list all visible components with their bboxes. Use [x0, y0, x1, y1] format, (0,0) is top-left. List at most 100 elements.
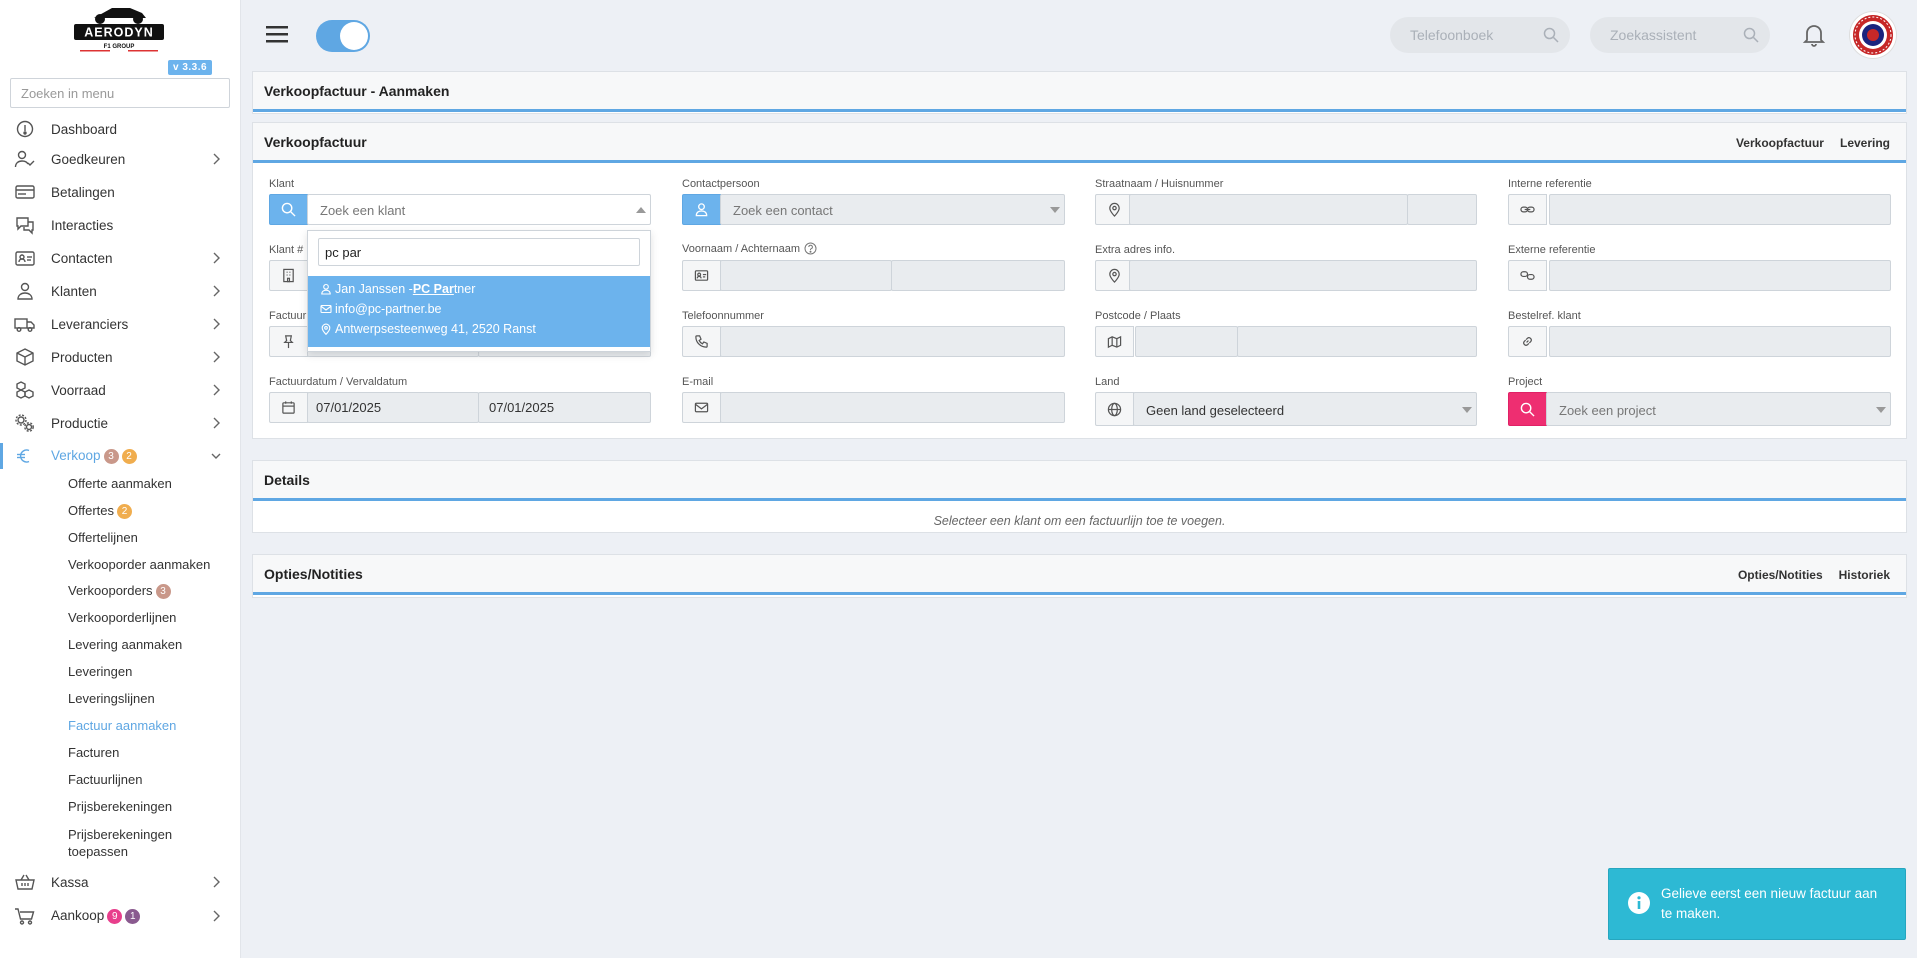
chevron-right-icon: [211, 417, 221, 429]
gears-icon: [14, 413, 36, 433]
sidebar-item-label: Producten: [51, 349, 113, 365]
submenu-prijsberekeningen-toepassen[interactable]: Prijsberekeningen toepassen: [68, 826, 208, 860]
caret-down-icon: [1462, 407, 1472, 413]
project-select[interactable]: Zoek een project: [1546, 392, 1891, 426]
contact-select[interactable]: Zoek een contact: [720, 194, 1065, 225]
toast-message: Gelieve eerst een nieuw factuur aan te m…: [1661, 886, 1878, 921]
huisnummer-input[interactable]: [1407, 194, 1477, 225]
search-icon: [1743, 27, 1759, 43]
email-input[interactable]: [720, 392, 1065, 423]
project-label: Project: [1508, 376, 1543, 388]
sidebar-item-productie[interactable]: Productie: [0, 408, 241, 438]
theme-toggle[interactable]: [316, 20, 370, 52]
klant-select[interactable]: Zoek een klant: [307, 194, 651, 225]
externe-ref-input[interactable]: [1549, 260, 1891, 291]
postcode-input[interactable]: [1135, 326, 1238, 357]
link-icon: [1508, 260, 1547, 291]
logo-subtext: F1 GROUP: [104, 44, 135, 50]
top-bar: [242, 0, 1917, 70]
sidebar-item-voorraad[interactable]: Voorraad: [0, 375, 241, 405]
interne-ref-input[interactable]: [1549, 194, 1891, 225]
tab-historiek[interactable]: Historiek: [1839, 568, 1890, 582]
aerodyn-logo[interactable]: AERODYN F1 GROUP: [72, 4, 166, 54]
sidebar-item-betalingen[interactable]: Betalingen: [0, 177, 241, 207]
bell-icon[interactable]: [1802, 22, 1826, 48]
sidebar-item-leveranciers[interactable]: Leveranciers: [0, 309, 241, 339]
id-card-icon: [682, 260, 721, 291]
bestelref-input[interactable]: [1549, 326, 1891, 357]
sidebar-item-dashboard[interactable]: Dashboard: [0, 114, 241, 144]
sidebar-item-label: Dashboard: [51, 121, 118, 137]
contactpersoon-label: Contactpersoon: [682, 178, 760, 190]
externe-ref-label: Externe referentie: [1508, 244, 1596, 256]
invoice-tabs: Verkoopfactuur Levering: [1720, 136, 1890, 150]
envelope-icon: [320, 304, 332, 314]
submenu-verkooporder-aanmaken[interactable]: Verkooporder aanmaken: [68, 557, 210, 572]
contact-user-icon[interactable]: [682, 194, 721, 225]
hamburger-menu-icon[interactable]: [266, 24, 288, 44]
email-label: E-mail: [682, 376, 714, 388]
submenu-leveringslijnen[interactable]: Leveringslijnen: [68, 691, 155, 706]
sidebar-item-contacten[interactable]: Contacten: [0, 243, 241, 273]
invoice-header: Verkoopfactuur Verkoopfactuur Levering: [253, 123, 1906, 163]
info-toast[interactable]: Gelieve eerst een nieuw factuur aan te m…: [1608, 868, 1906, 940]
submenu-offertes[interactable]: Offertes 2: [68, 503, 133, 519]
menu-search-input[interactable]: [10, 78, 230, 108]
envelope-icon: [682, 392, 721, 423]
factuurdatum-input[interactable]: 07/01/2025: [307, 392, 479, 423]
sidebar-item-label: Voorraad: [51, 382, 106, 398]
submenu-label: Offertes: [68, 503, 115, 518]
sidebar-item-verkoop[interactable]: Verkoop 3 2: [0, 441, 241, 471]
land-value: Geen land geselecteerd: [1146, 403, 1285, 418]
submenu-leveringen[interactable]: Leveringen: [68, 664, 132, 679]
straat-input[interactable]: [1129, 194, 1408, 225]
building-icon: [269, 260, 308, 291]
voornaam-input[interactable]: [720, 260, 892, 291]
sidebar-item-producten[interactable]: Producten: [0, 342, 241, 372]
submenu-prijsberekeningen[interactable]: Prijsberekeningen: [68, 799, 172, 814]
plaats-input[interactable]: [1237, 326, 1477, 357]
submenu-factuurlijnen[interactable]: Factuurlijnen: [68, 772, 142, 787]
help-icon[interactable]: [804, 242, 817, 255]
sidebar-item-label: Klanten: [51, 283, 97, 299]
credit-card-icon: [14, 182, 36, 202]
submenu-factuur-aanmaken[interactable]: Factuur aanmaken: [68, 718, 176, 733]
klant-dropdown-option[interactable]: Jan Janssen - PC Par tner info@pc-partner…: [308, 276, 650, 347]
vervaldatum-input[interactable]: 07/01/2025: [478, 392, 651, 423]
sidebar-item-aankoop[interactable]: Aankoop 9 1: [0, 901, 241, 931]
user-avatar[interactable]: [1850, 12, 1896, 58]
klant-dropdown-search-input[interactable]: [318, 238, 640, 266]
achternaam-input[interactable]: [891, 260, 1065, 291]
sidebar-item-klanten[interactable]: Klanten: [0, 276, 241, 306]
telefoon-input[interactable]: [720, 326, 1065, 357]
klant-search-icon[interactable]: [269, 194, 308, 225]
extra-adres-input[interactable]: [1129, 260, 1477, 291]
submenu-verkooporders[interactable]: Verkooporders 3: [68, 583, 171, 599]
contact-placeholder: Zoek een contact: [733, 203, 833, 218]
project-search-icon[interactable]: [1508, 392, 1547, 426]
submenu-offerte-aanmaken[interactable]: Offerte aanmaken: [68, 476, 172, 491]
land-select[interactable]: Geen land geselecteerd: [1133, 392, 1477, 426]
sidebar-item-kassa[interactable]: Kassa: [0, 867, 241, 897]
tab-verkoopfactuur[interactable]: Verkoopfactuur: [1736, 136, 1824, 150]
cart-icon: [14, 906, 36, 926]
tab-levering[interactable]: Levering: [1840, 136, 1890, 150]
result-name-line: Jan Janssen - PC Par tner: [320, 282, 475, 296]
options-panel: Opties/Notities Opties/Notities Historiek: [252, 554, 1907, 598]
submenu-levering-aanmaken[interactable]: Levering aanmaken: [68, 637, 182, 652]
klant-dropdown: Jan Janssen - PC Partner info@pc-partner…: [307, 230, 651, 352]
chevron-right-icon: [211, 285, 221, 297]
submenu-verkooporderlijnen[interactable]: Verkooporderlijnen: [68, 610, 176, 625]
submenu-offertelijnen[interactable]: Offertelijnen: [68, 530, 138, 545]
tab-opties-notities[interactable]: Opties/Notities: [1738, 568, 1823, 582]
sidebar-item-goedkeuren[interactable]: Goedkeuren: [0, 144, 241, 174]
logo-text: AERODYN: [84, 26, 154, 40]
box-icon: [14, 347, 36, 367]
globe-icon: [1095, 392, 1134, 426]
user-icon: [14, 281, 36, 301]
result-name-rest: tner: [453, 282, 476, 296]
sidebar-item-label: Aankoop: [51, 908, 105, 923]
sidebar-item-interacties[interactable]: Interacties: [0, 210, 241, 240]
submenu-facturen[interactable]: Facturen: [68, 745, 119, 760]
phone-icon: [682, 326, 721, 357]
